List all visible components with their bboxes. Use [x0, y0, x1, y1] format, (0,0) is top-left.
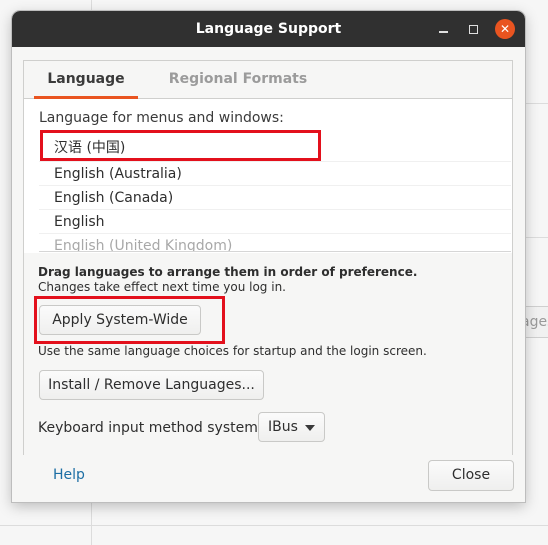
chevron-down-icon: [305, 425, 315, 431]
keyboard-input-value: IBus: [268, 419, 298, 435]
background-divider: [91, 502, 92, 545]
background-divider: [0, 525, 548, 526]
close-icon: ✕: [499, 22, 511, 36]
maximize-icon: [468, 24, 478, 34]
background-divider: [91, 0, 92, 11]
close-button[interactable]: Close: [428, 460, 514, 491]
close-window-button[interactable]: ✕: [495, 19, 515, 39]
notebook: Language Regional Formats Language for m…: [23, 60, 513, 455]
language-item[interactable]: English: [39, 210, 511, 234]
language-list[interactable]: 汉语 (中国) English (Australia) English (Can…: [39, 131, 511, 251]
tab-regional-formats[interactable]: Regional Formats: [164, 61, 312, 99]
keyboard-input-label: Keyboard input method system:: [38, 420, 263, 436]
background-divider: [525, 103, 548, 104]
language-item[interactable]: English (United Kingdom): [39, 234, 511, 251]
list-separator: [39, 251, 511, 252]
language-item[interactable]: English (Canada): [39, 186, 511, 210]
install-remove-languages-button[interactable]: Install / Remove Languages...: [39, 370, 264, 400]
changes-hint: Changes take effect next time you log in…: [38, 280, 286, 294]
language-item[interactable]: 汉语 (中国): [39, 135, 511, 162]
language-options-panel: Drag languages to arrange them in order …: [24, 253, 512, 455]
drag-hint: Drag languages to arrange them in order …: [38, 265, 418, 279]
help-button[interactable]: Help: [53, 467, 85, 483]
tab-language[interactable]: Language: [34, 61, 138, 99]
minimize-icon: [438, 31, 448, 33]
language-item[interactable]: English (Australia): [39, 162, 511, 186]
background-divider: [525, 237, 548, 238]
keyboard-input-select[interactable]: IBus: [258, 412, 325, 442]
tab-strip: Language Regional Formats: [24, 61, 512, 99]
maximize-button[interactable]: [463, 19, 483, 39]
titlebar: Language Support ✕: [12, 11, 525, 47]
language-support-window: Language Support ✕ Language Regional For…: [12, 11, 525, 502]
minimize-button[interactable]: [433, 19, 453, 39]
apply-system-wide-button[interactable]: Apply System-Wide: [39, 305, 201, 335]
language-list-heading: Language for menus and windows:: [39, 110, 284, 126]
apply-note: Use the same language choices for startu…: [38, 344, 427, 358]
